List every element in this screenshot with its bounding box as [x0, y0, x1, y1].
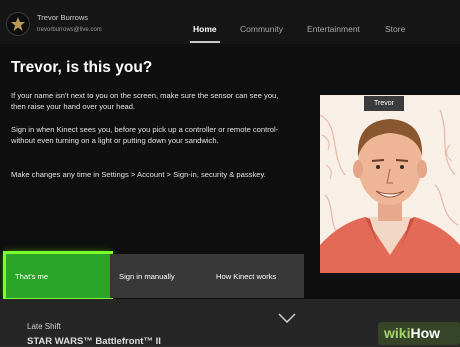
profile-email: trevorburrows@live.com	[37, 27, 102, 33]
instruction-paragraph: If your name isn't next to you on the sc…	[11, 91, 279, 111]
thats-me-button[interactable]: That's me	[3, 251, 113, 301]
tab-entertainment[interactable]: Entertainment	[307, 24, 360, 34]
tab-community[interactable]: Community	[240, 24, 283, 34]
name-tag: Trevor	[364, 96, 404, 111]
chevron-down-icon[interactable]	[278, 313, 296, 323]
profile-name: Trevor Burrows	[37, 13, 88, 22]
settings-paragraph: Make changes any time in Settings > Acco…	[11, 170, 266, 179]
how-kinect-works-button[interactable]: How Kinect works	[207, 254, 304, 298]
list-item[interactable]: Late Shift	[27, 322, 61, 331]
kinect-signin-dialog: Trevor, is this you? If your name isn't …	[0, 44, 460, 301]
top-bar: Trevor Burrows trevorburrows@live.com Ho…	[0, 0, 460, 44]
active-tab-indicator	[190, 41, 220, 43]
watermark-logo: wikiHow	[378, 322, 460, 345]
kinect-camera-view	[320, 95, 460, 273]
avatar[interactable]	[6, 12, 30, 36]
gamerpic-icon	[11, 17, 25, 31]
tab-store[interactable]: Store	[385, 24, 405, 34]
list-item[interactable]: STAR WARS™ Battlefront™ II	[27, 336, 161, 347]
info-paragraph: Sign in when Kinect sees you, before you…	[11, 125, 279, 145]
person-illustration	[320, 95, 460, 273]
sign-in-manually-button[interactable]: Sign in manually	[110, 254, 207, 298]
dialog-title: Trevor, is this you?	[11, 59, 153, 76]
tab-home[interactable]: Home	[193, 24, 217, 34]
